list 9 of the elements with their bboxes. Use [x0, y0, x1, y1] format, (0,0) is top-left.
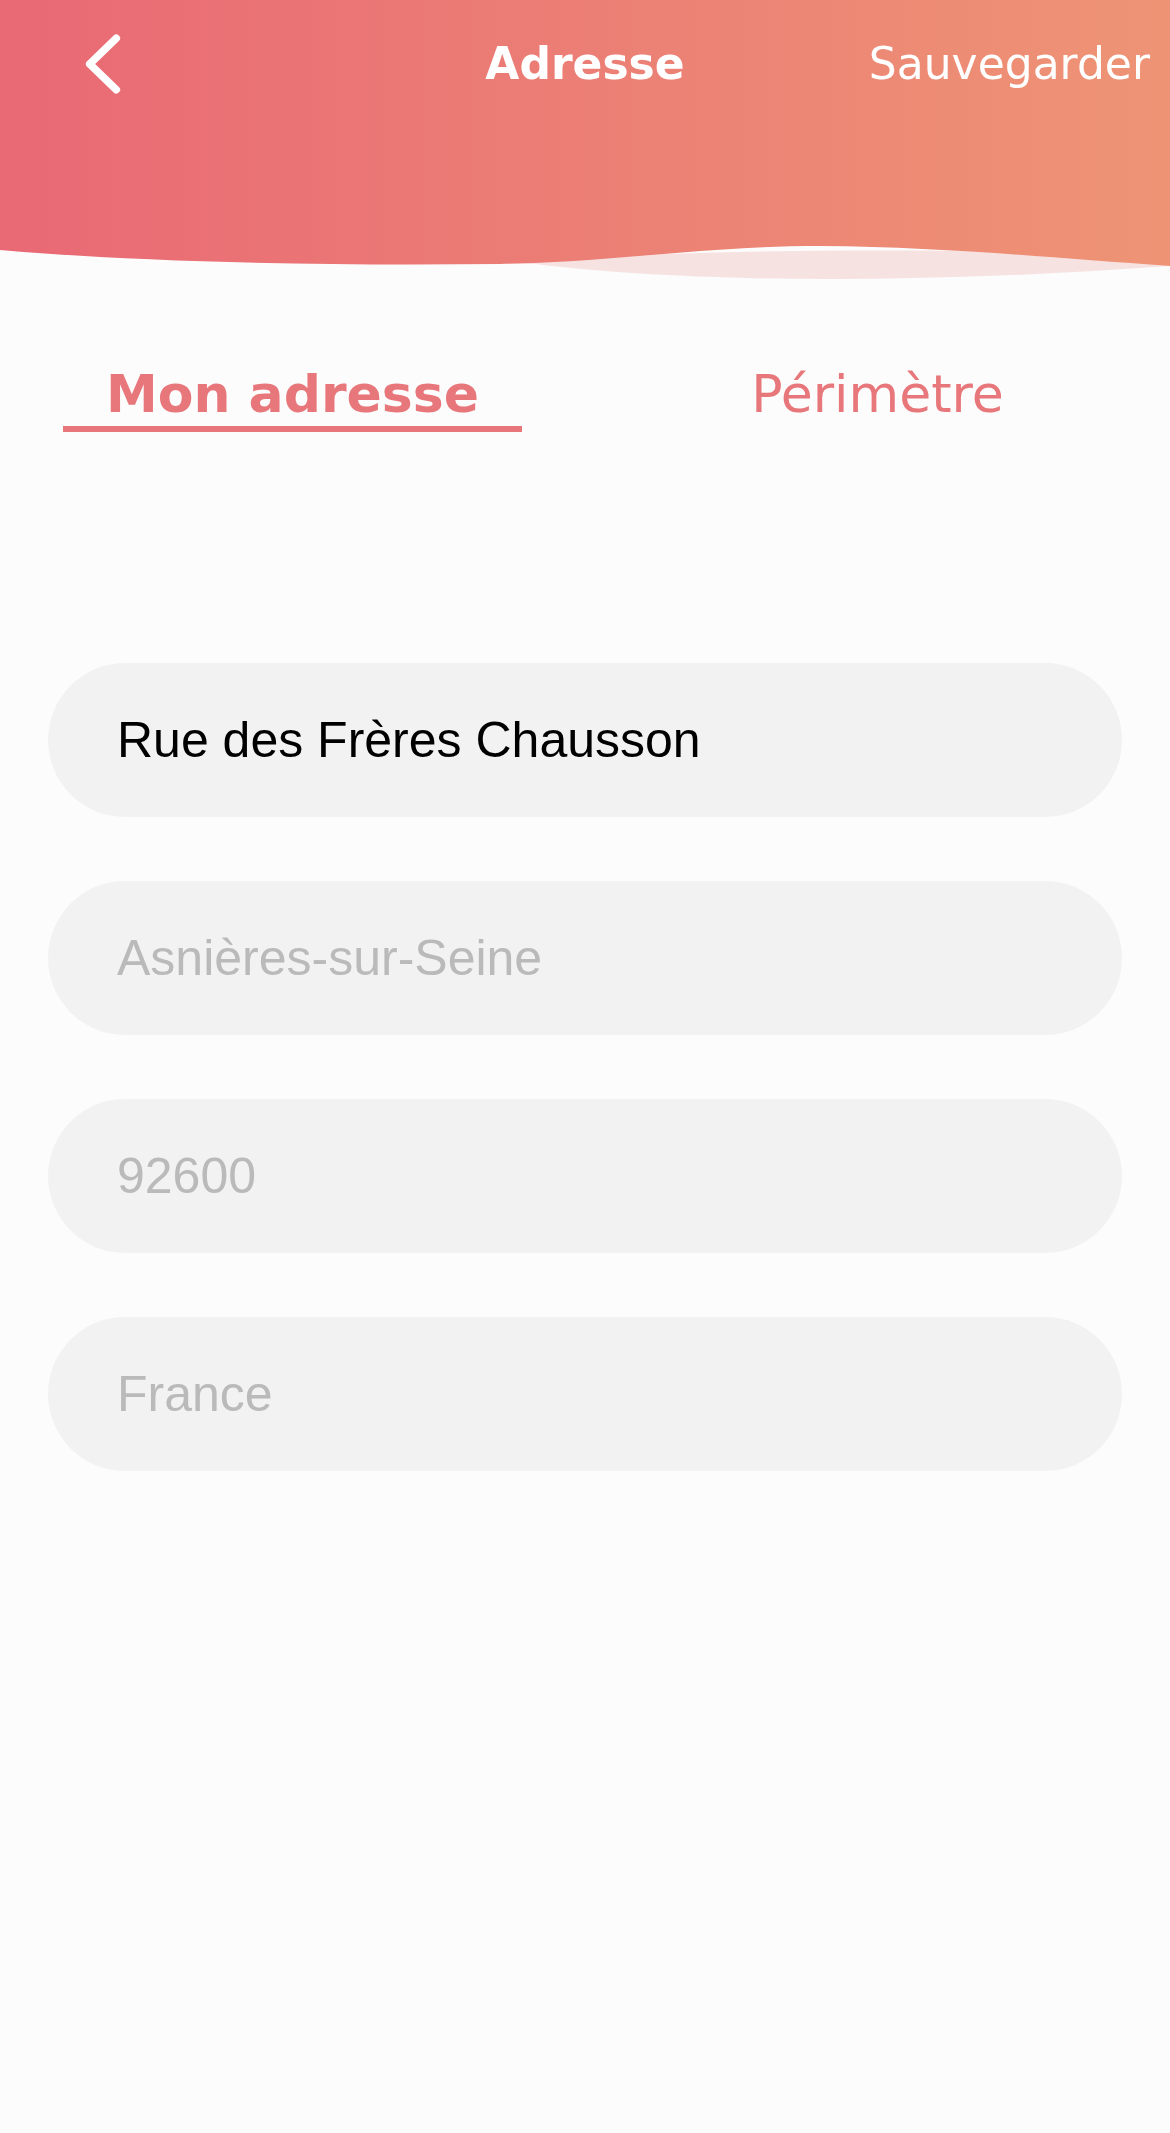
address-field[interactable]: Rue des Frères Chausson: [48, 663, 1122, 818]
tab[interactable]: Mon adresse: [63, 363, 522, 433]
address-field[interactable]: Asnières-sur-Seine: [48, 881, 1122, 1036]
tab[interactable]: Périmètre: [648, 363, 1107, 433]
address-field[interactable]: 92600: [48, 1099, 1122, 1254]
back-icon[interactable]: [84, 33, 122, 95]
save-button[interactable]: Sauvegarder: [868, 37, 1150, 91]
page-title: Adresse: [485, 37, 685, 91]
address-field[interactable]: France: [48, 1317, 1122, 1472]
